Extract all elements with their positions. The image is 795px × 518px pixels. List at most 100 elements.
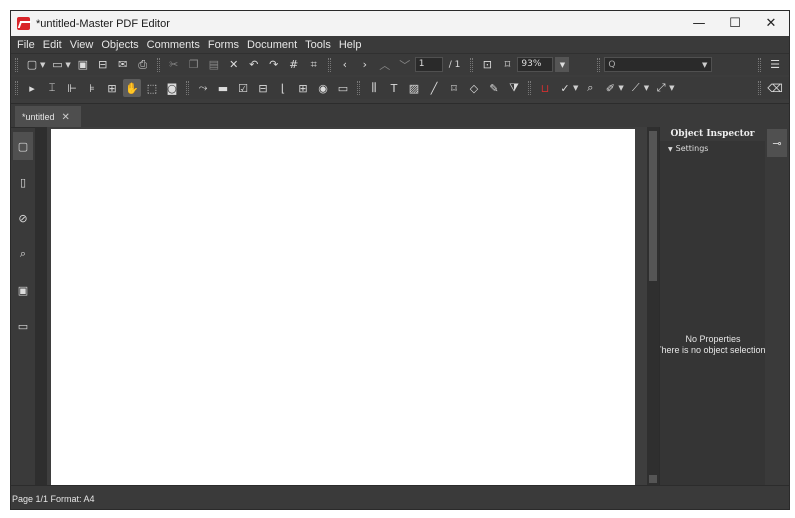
toolbar-grip[interactable] [15, 57, 18, 72]
scrollbar-thumb[interactable] [649, 131, 657, 281]
chevron-down-icon[interactable]: ▼ [573, 84, 578, 92]
toolbar-grip[interactable] [528, 81, 531, 95]
maximize-button[interactable]: ☐ [717, 11, 753, 36]
fill-icon[interactable]: ⧩ [505, 79, 523, 97]
highlighter-icon[interactable]: ✐ [601, 79, 619, 97]
pdf-page[interactable] [51, 129, 635, 485]
toolbar-grip[interactable] [470, 57, 474, 72]
open-folder-icon[interactable]: ▭ [48, 56, 66, 74]
checkbox-field-icon[interactable]: ☑ [234, 79, 252, 97]
menu-objects[interactable]: Objects [97, 39, 142, 51]
toolbar-grip[interactable] [758, 81, 761, 95]
delete-icon[interactable]: ✕ [225, 56, 243, 74]
text-select-icon[interactable]: ⌶ [43, 79, 61, 97]
hand-tool-icon[interactable]: ✋ [123, 79, 141, 97]
chevron-down-icon[interactable]: ▼ [65, 61, 70, 69]
ellipse-tool-icon[interactable]: ◇ [465, 79, 483, 97]
new-document-icon[interactable]: ▢ [23, 56, 41, 74]
print-icon[interactable]: ⎙ [134, 56, 152, 74]
search-panel-icon[interactable]: ⌕ [13, 240, 33, 268]
first-page-icon[interactable]: ︿ [376, 56, 394, 74]
signatures-panel-icon[interactable]: ▭ [13, 312, 33, 340]
draw-line-icon[interactable]: ⟋ [627, 79, 645, 97]
search-input[interactable]: Q ▼ [604, 57, 713, 72]
edit-text-icon[interactable]: ⊩ [63, 79, 81, 97]
settings-section[interactable]: ▼ Settings [660, 144, 765, 153]
zoom-input[interactable]: 93% [517, 57, 554, 72]
paste-icon[interactable]: ▤ [205, 56, 223, 74]
tab-untitled[interactable]: *untitled ✕ [15, 106, 81, 128]
chevron-down-icon[interactable]: ▼ [644, 84, 649, 92]
fit-width-icon[interactable]: ⌑ [498, 56, 516, 74]
snapshot-icon[interactable]: ◙ [163, 79, 181, 97]
grid-icon[interactable]: # [285, 56, 303, 74]
checkmark-icon[interactable]: ✓ [556, 79, 574, 97]
close-button[interactable]: ✕ [753, 11, 789, 36]
next-page-icon[interactable]: › [356, 56, 374, 74]
toolbar-grip[interactable] [15, 81, 18, 95]
pencil-icon[interactable]: ✎ [485, 79, 503, 97]
save-icon[interactable]: ▣ [74, 56, 92, 74]
last-page-icon[interactable]: ﹀ [396, 56, 414, 74]
menu-help[interactable]: Help [335, 39, 366, 51]
edit-object-icon[interactable]: ⊧ [83, 79, 101, 97]
chevron-down-icon[interactable]: ▼ [40, 61, 45, 69]
arrow-tool-icon[interactable]: ⤢ [652, 79, 670, 97]
eraser-icon[interactable]: ⌫ [766, 79, 784, 97]
vertical-scrollbar[interactable] [647, 127, 659, 485]
menu-tools[interactable]: Tools [301, 39, 335, 51]
chevron-down-icon[interactable]: ▼ [618, 84, 623, 92]
radio-button-icon[interactable]: ◉ [314, 79, 332, 97]
attach-icon[interactable]: ⌕ [581, 79, 599, 97]
page-number-input[interactable]: 1 [414, 57, 443, 72]
toolbar-grip[interactable] [597, 57, 601, 72]
document-view[interactable] [47, 127, 647, 485]
text-field-icon[interactable]: ⊟ [254, 79, 272, 97]
zoom-dropdown-icon[interactable]: ▼ [555, 57, 570, 72]
link-icon[interactable]: ⤳ [194, 79, 212, 97]
combo-box-icon[interactable]: ⊞ [294, 79, 312, 97]
add-text-icon[interactable]: T [385, 79, 403, 97]
minimize-button[interactable]: — [681, 11, 717, 36]
scroll-down-button[interactable] [649, 475, 657, 483]
redo-icon[interactable]: ↷ [265, 56, 283, 74]
toolbar-grip[interactable] [758, 57, 761, 72]
pages-panel-icon[interactable]: ▢ [13, 132, 33, 160]
menu-document[interactable]: Document [243, 39, 301, 51]
menu-edit[interactable]: Edit [39, 39, 66, 51]
close-tab-icon[interactable]: ✕ [62, 112, 70, 123]
toolbar-grip[interactable] [156, 57, 160, 72]
barcode-icon[interactable]: ⫼ [365, 79, 383, 97]
redact-icon[interactable]: ⊔ [536, 79, 554, 97]
add-image-icon[interactable]: ▨ [405, 79, 423, 97]
save-as-icon[interactable]: ⊟ [94, 56, 112, 74]
undo-icon[interactable]: ↶ [245, 56, 263, 74]
signature-field-icon[interactable]: ▭ [334, 79, 352, 97]
layers-panel-icon[interactable]: ▣ [13, 276, 33, 304]
menu-file[interactable]: File [11, 39, 39, 51]
copy-icon[interactable]: ❐ [185, 56, 203, 74]
menu-icon[interactable]: ☰ [766, 56, 784, 74]
toolbar-grip[interactable] [357, 81, 360, 95]
select-arrow-icon[interactable]: ▸ [23, 79, 41, 97]
fit-page-icon[interactable]: ⊡ [478, 56, 496, 74]
left-panel-collapsed[interactable] [35, 127, 47, 485]
bookmarks-panel-icon[interactable]: ▯ [13, 168, 33, 196]
properties-panel-icon[interactable]: ⊸ [767, 129, 787, 157]
edit-forms-icon[interactable]: ⊞ [103, 79, 121, 97]
snap-grid-icon[interactable]: ⌗ [305, 56, 323, 74]
list-box-icon[interactable]: ⌊ [274, 79, 292, 97]
menu-forms[interactable]: Forms [204, 39, 243, 51]
toolbar-grip[interactable] [327, 57, 331, 72]
marquee-zoom-icon[interactable]: ⬚ [143, 79, 161, 97]
expand-triangle-icon[interactable]: ▼ [668, 146, 673, 153]
menu-view[interactable]: View [66, 39, 98, 51]
rectangle-tool-icon[interactable]: ⌑ [445, 79, 463, 97]
chevron-down-icon[interactable]: ▼ [669, 84, 674, 92]
attachments-panel-icon[interactable]: ⊘ [13, 204, 33, 232]
toolbar-grip[interactable] [186, 81, 189, 95]
cut-icon[interactable]: ✂ [165, 56, 183, 74]
email-icon[interactable]: ✉ [114, 56, 132, 74]
chevron-down-icon[interactable]: ▼ [702, 61, 707, 69]
prev-page-icon[interactable]: ‹ [336, 56, 354, 74]
